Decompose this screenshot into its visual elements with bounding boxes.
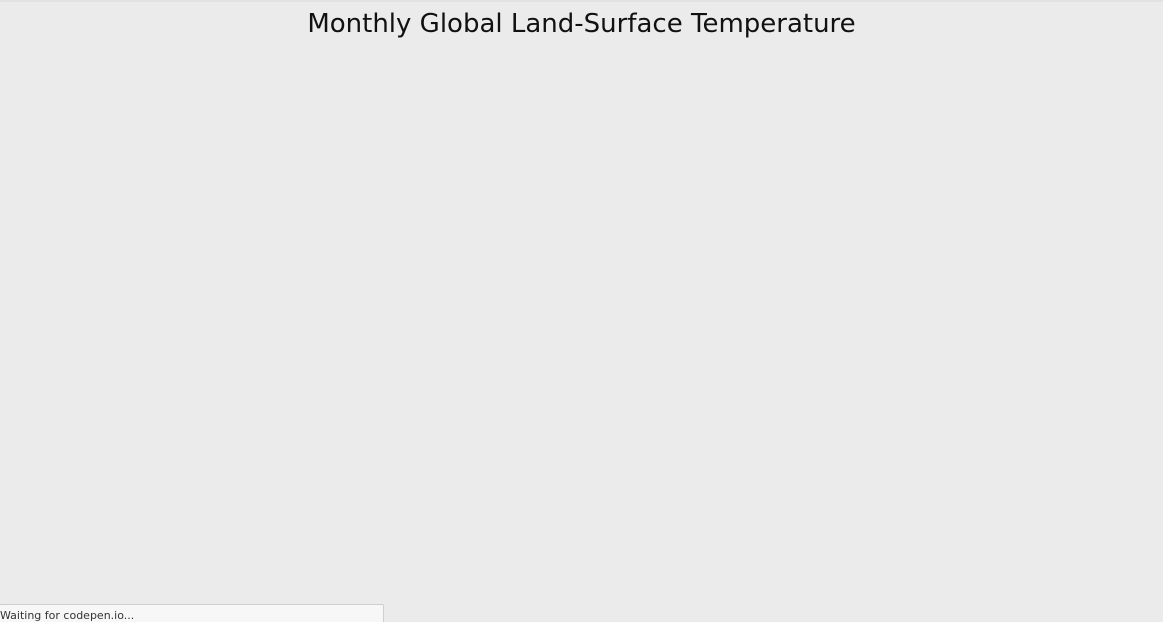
status-text: Waiting for codepen.io... — [0, 609, 135, 622]
page-title: Monthly Global Land-Surface Temperature — [307, 9, 856, 39]
chart-container — [0, 60, 1163, 600]
browser-status-bar: Waiting for codepen.io... — [0, 604, 384, 622]
page: Monthly Global Land-Surface Temperature … — [0, 0, 1163, 622]
top-divider — [0, 0, 1163, 2]
